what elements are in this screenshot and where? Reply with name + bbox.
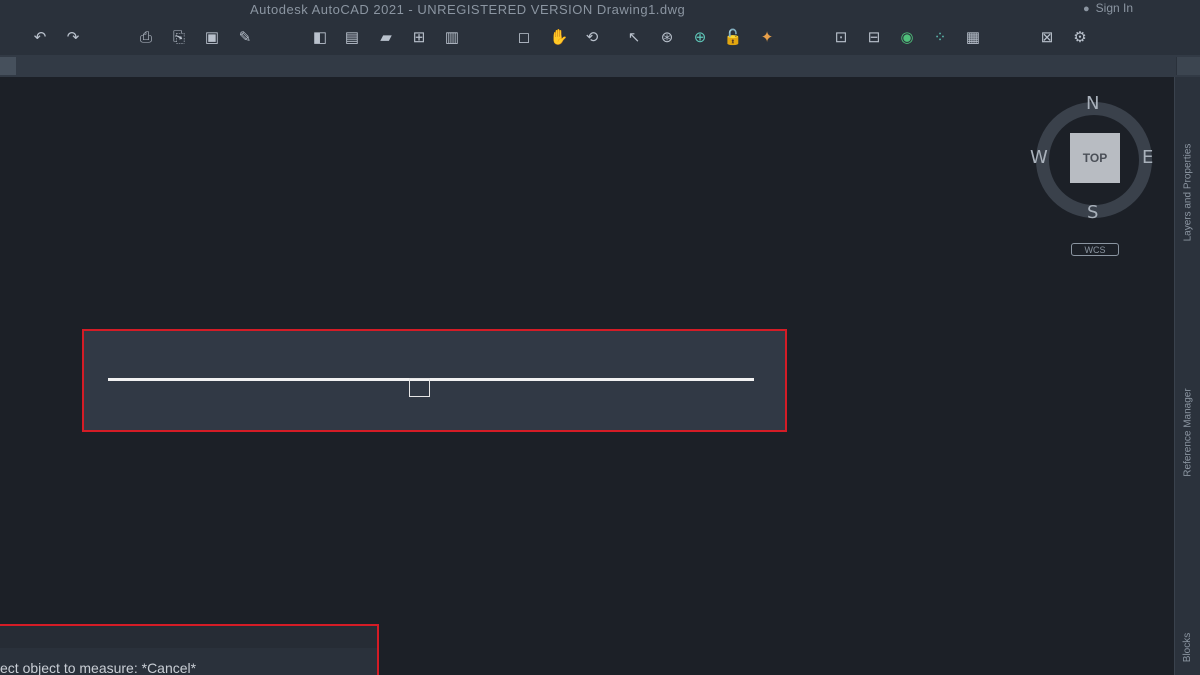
blocks-tab-label: Blocks — [1182, 632, 1194, 662]
select-icon[interactable]: ◻ — [514, 27, 534, 47]
layers-properties-tab[interactable]: Layers and Properties — [1175, 117, 1200, 267]
file-tab-strip — [0, 55, 1200, 77]
batch-plot-icon[interactable]: ⎘ — [169, 27, 189, 47]
start-tab[interactable] — [0, 57, 16, 75]
insert-icon[interactable]: ⊟ — [864, 27, 884, 47]
zoom-icon[interactable]: ⊕ — [690, 27, 710, 47]
measure-icon[interactable]: ↖ — [624, 27, 644, 47]
layers-properties-tab-label: Layers and Properties — [1182, 143, 1194, 241]
compass-north-label[interactable]: N — [1086, 93, 1099, 114]
tab-overflow-button[interactable] — [1176, 57, 1200, 75]
redo-icon[interactable]: ↷ — [63, 27, 83, 47]
save-as-icon[interactable]: ✎ — [235, 27, 255, 47]
plot-icon[interactable]: ⎙ — [136, 27, 156, 47]
save-icon[interactable]: ▣ — [202, 27, 222, 47]
design-center-icon[interactable]: ⊞ — [409, 27, 429, 47]
nodes-icon[interactable]: ⁘ — [930, 27, 950, 47]
pan-icon[interactable]: ✋ — [549, 27, 569, 47]
command-prompt-text: ect object to measure: *Cancel* — [0, 660, 197, 675]
properties-icon[interactable]: ▤ — [342, 27, 362, 47]
wcs-menu-button[interactable]: WCS — [1071, 243, 1119, 256]
undo-icon[interactable]: ↶ — [30, 27, 50, 47]
open-folder-icon[interactable]: ▰ — [376, 27, 396, 47]
command-history — [0, 626, 377, 648]
lock-icon[interactable]: 🔓 — [723, 27, 743, 47]
drawn-line-object[interactable] — [108, 378, 754, 381]
object-snap-icon[interactable]: ⊛ — [657, 27, 677, 47]
pickbox-cursor — [409, 378, 430, 397]
compass-west-label[interactable]: W — [1030, 147, 1048, 168]
camera-icon[interactable]: ⊠ — [1037, 27, 1057, 47]
blocks-tab[interactable]: Blocks — [1175, 627, 1200, 667]
user-icon: ● — [1083, 3, 1090, 15]
layers-icon[interactable]: ◧ — [310, 27, 330, 47]
title-bar: Autodesk AutoCAD 2021 - UNREGISTERED VER… — [0, 0, 1200, 20]
sign-in-label: Sign In — [1095, 1, 1134, 15]
compass-east-label[interactable]: E — [1142, 147, 1153, 168]
sign-in-link[interactable]: ● Sign In — [1083, 1, 1133, 15]
markup-icon[interactable]: ✦ — [757, 27, 777, 47]
settings-icon[interactable]: ⚙ — [1070, 27, 1090, 47]
sheet-set-icon[interactable]: ▦ — [963, 27, 983, 47]
tool-palettes-icon[interactable]: ▥ — [442, 27, 462, 47]
reference-manager-tab-label: Reference Manager — [1182, 387, 1194, 477]
reference-manager-tab[interactable]: Reference Manager — [1175, 367, 1200, 497]
compass-south-label[interactable]: S — [1087, 202, 1098, 223]
command-line[interactable]: ect object to measure: *Cancel* — [0, 624, 379, 675]
block-icon[interactable]: ⊡ — [831, 27, 851, 47]
right-palette-bar: Layers and Properties Reference Manager … — [1174, 77, 1200, 675]
window-title: Autodesk AutoCAD 2021 - UNREGISTERED VER… — [250, 2, 686, 17]
quick-access-toolbar: ↶ ↷ ⎙ ⎘ ▣ ✎ ◧ ▤ ▰ ⊞ ▥ ◻ ✋ ⟲ ↖ ⊛ ⊕ 🔓 ✦ ⊡ … — [0, 20, 1200, 55]
autocad-window: Autodesk AutoCAD 2021 - UNREGISTERED VER… — [0, 0, 1200, 675]
orbit-icon[interactable]: ⟲ — [582, 27, 602, 47]
globe-icon[interactable]: ◉ — [897, 27, 917, 47]
viewcube-top-face[interactable]: TOP — [1070, 133, 1120, 183]
